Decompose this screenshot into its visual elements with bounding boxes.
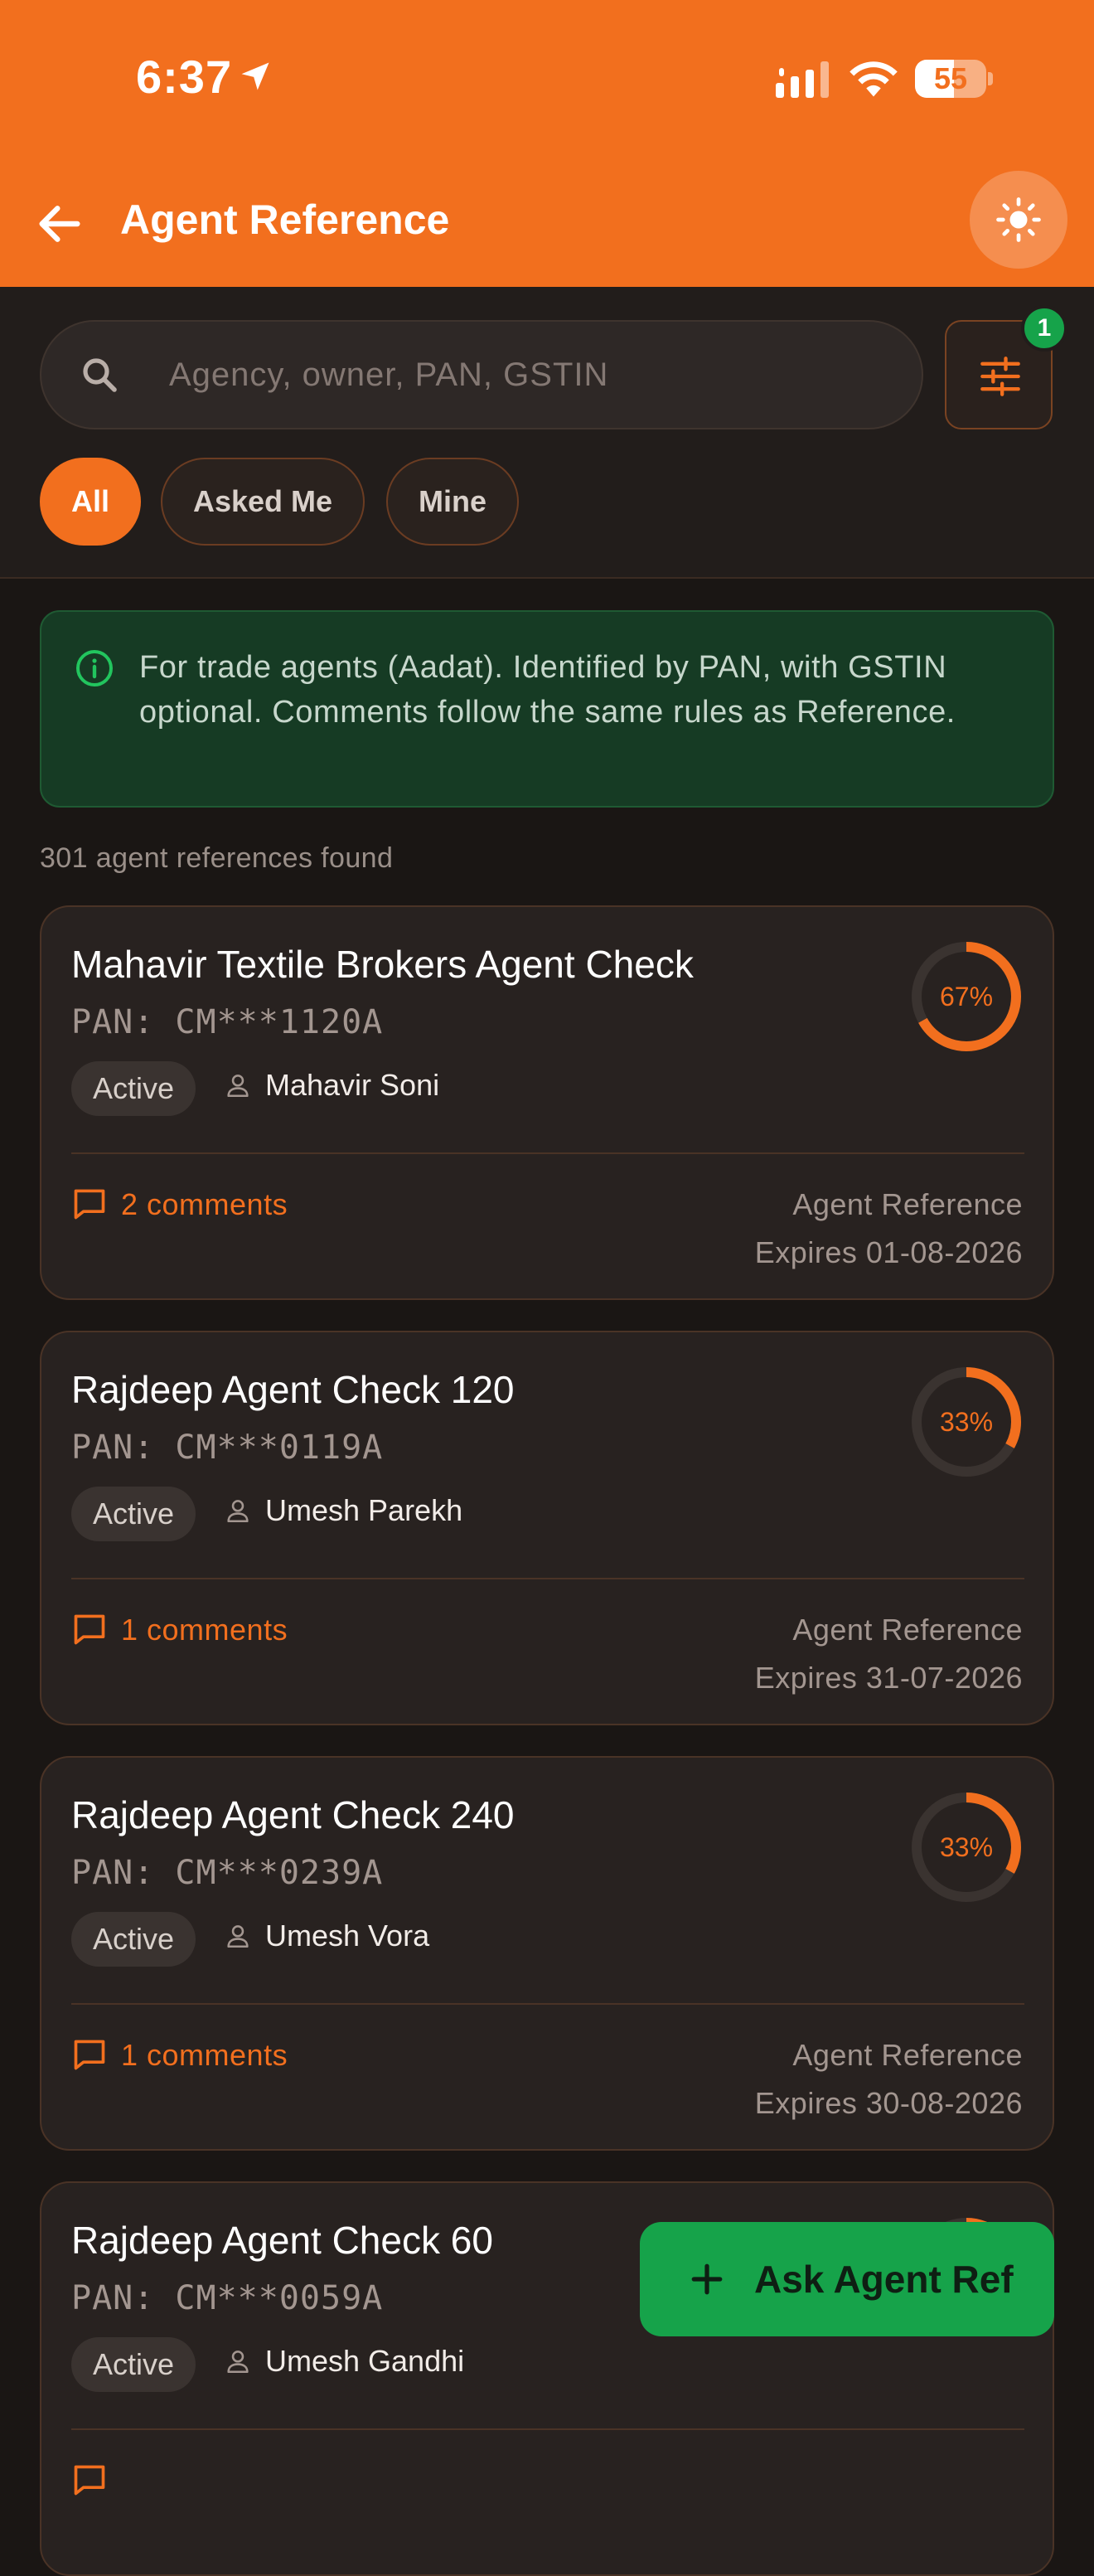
chip-mine[interactable]: Mine xyxy=(386,458,519,546)
search-icon xyxy=(83,358,117,392)
chip-asked-me[interactable]: Asked Me xyxy=(161,458,365,546)
card-expiry: Expires 30-08-2026 xyxy=(754,2086,1023,2120)
score-ring: 33% xyxy=(907,1362,1026,1482)
card-pan: PAN: CM***0119A xyxy=(71,1429,384,1467)
battery-level: 55 xyxy=(933,61,968,95)
app-header: 6:37 55 Agent Reference xyxy=(0,0,1094,287)
card-divider xyxy=(71,2428,1024,2430)
comments-link[interactable]: 1 comments xyxy=(121,2038,288,2073)
info-banner-text: For trade agents (Aadat). Identified by … xyxy=(139,650,956,730)
card-expiry: Expires 01-08-2026 xyxy=(754,1235,1023,1269)
card-type: Agent Reference xyxy=(792,1187,1023,1221)
search-toolbar: 1 All Asked Me Mine xyxy=(0,287,1094,579)
info-circle-icon xyxy=(76,650,113,686)
card-type: Agent Reference xyxy=(792,2038,1023,2072)
plus-icon xyxy=(691,2263,723,2295)
score-ring: 33% xyxy=(907,1788,1026,1907)
card-title: Mahavir Textile Brokers Agent Check xyxy=(71,943,694,986)
card-title: Rajdeep Agent Check 120 xyxy=(71,1368,515,1411)
status-badge: Active xyxy=(71,1061,196,1116)
card-title: Rajdeep Agent Check 60 xyxy=(71,2219,493,2262)
arrow-left-icon xyxy=(39,206,80,242)
owner-name: Mahavir Soni xyxy=(265,1068,440,1102)
comment-icon[interactable] xyxy=(71,1186,108,1222)
battery-indicator: 55 xyxy=(915,60,993,98)
owner-name: Umesh Vora xyxy=(265,1919,430,1953)
user-icon xyxy=(227,1500,249,1523)
user-icon xyxy=(227,1925,249,1948)
status-badge: Active xyxy=(71,1912,196,1967)
card-type: Agent Reference xyxy=(792,1613,1023,1647)
info-banner: For trade agents (Aadat). Identified by … xyxy=(40,610,1054,808)
sun-icon xyxy=(996,197,1041,242)
result-count: 301 agent references found xyxy=(40,842,394,874)
score-label: 67% xyxy=(939,982,994,1011)
ask-agent-ref-label: Ask Agent Ref xyxy=(754,2258,1014,2301)
card-expiry: Expires 31-07-2026 xyxy=(754,1661,1023,1695)
location-arrow-icon xyxy=(241,62,269,90)
card-divider xyxy=(71,1152,1024,1154)
status-badge: Active xyxy=(71,2337,196,2392)
search-box[interactable] xyxy=(40,320,923,429)
cellular-signal-icon xyxy=(776,61,829,98)
ask-agent-ref-button[interactable]: Ask Agent Ref xyxy=(640,2222,1054,2336)
page-title: Agent Reference xyxy=(120,196,450,243)
comments-link[interactable]: 2 comments xyxy=(121,1187,288,1222)
agent-reference-card[interactable]: Rajdeep Agent Check 240 PAN: CM***0239A … xyxy=(40,1756,1054,2151)
agent-reference-card[interactable]: Rajdeep Agent Check 120 PAN: CM***0119A … xyxy=(40,1331,1054,1725)
chip-all[interactable]: All xyxy=(40,458,141,546)
status-badge: Active xyxy=(71,1487,196,1541)
comment-icon[interactable] xyxy=(71,1611,108,1647)
sliders-icon xyxy=(980,357,1020,396)
back-button[interactable] xyxy=(33,197,86,250)
card-pan: PAN: CM***1120A xyxy=(71,1003,384,1041)
filter-count-badge: 1 xyxy=(1021,305,1067,352)
wifi-icon xyxy=(850,61,898,97)
owner-name: Umesh Parekh xyxy=(265,1493,463,1527)
agent-reference-card[interactable]: Mahavir Textile Brokers Agent Check PAN:… xyxy=(40,905,1054,1300)
card-divider xyxy=(71,1578,1024,1579)
comment-icon[interactable] xyxy=(71,2462,108,2498)
card-pan: PAN: CM***0059A xyxy=(71,2279,384,2317)
score-label: 33% xyxy=(939,1407,994,1437)
status-time: 6:37 xyxy=(136,51,233,103)
comment-icon[interactable] xyxy=(71,2036,108,2073)
card-divider xyxy=(71,2003,1024,2005)
user-icon xyxy=(227,1075,249,1098)
card-pan: PAN: CM***0239A xyxy=(71,1854,384,1892)
theme-toggle-button[interactable] xyxy=(970,171,1067,269)
card-title: Rajdeep Agent Check 240 xyxy=(71,1793,515,1836)
search-input[interactable] xyxy=(169,322,898,428)
score-ring: 67% xyxy=(907,937,1026,1056)
owner-name: Umesh Gandhi xyxy=(265,2344,465,2378)
score-label: 33% xyxy=(939,1832,994,1862)
comments-link[interactable]: 1 comments xyxy=(121,1613,288,1647)
user-icon xyxy=(227,2350,249,2374)
